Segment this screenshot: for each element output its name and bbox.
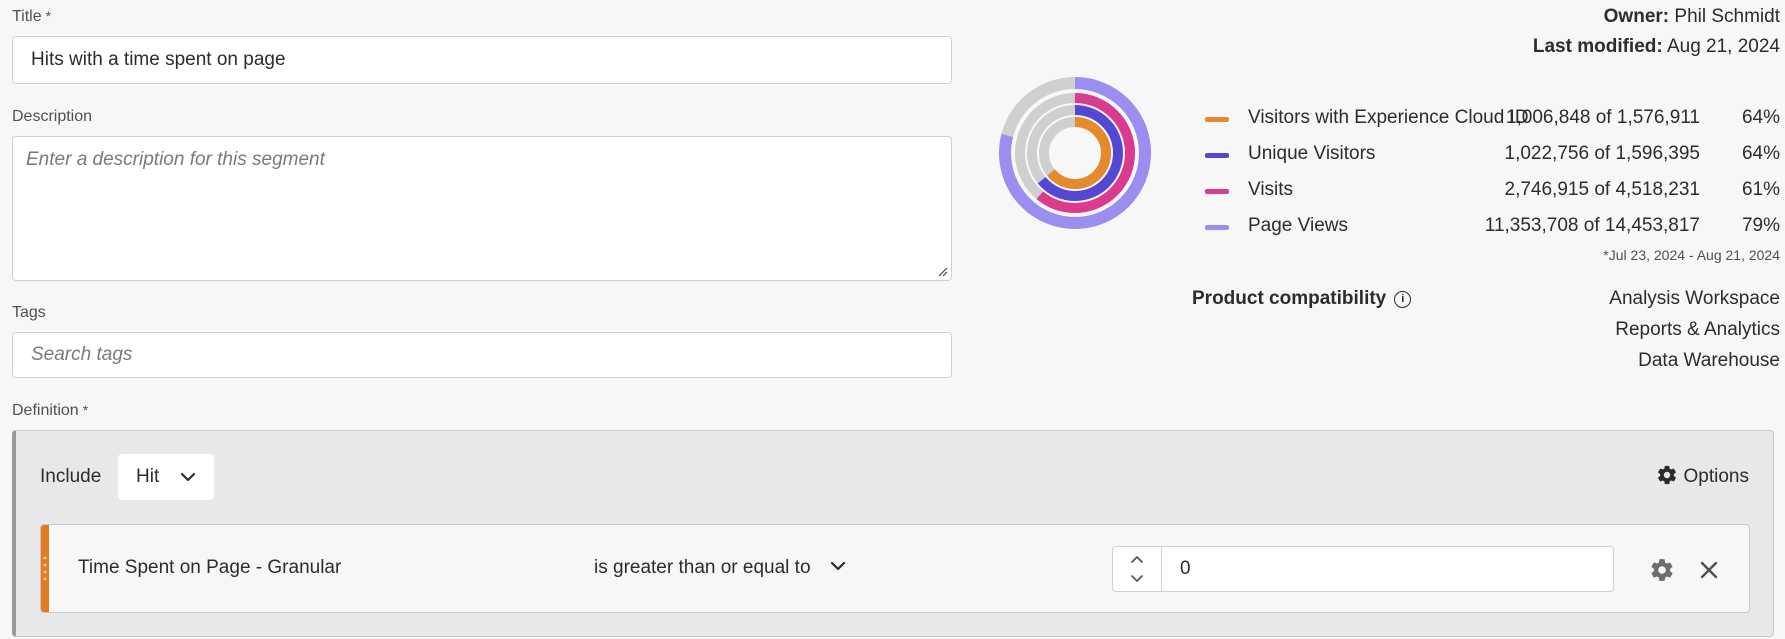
drag-handle-icon <box>43 556 47 581</box>
product-compatibility-label: Product compatibility <box>1192 288 1387 309</box>
title-label-text: Title <box>12 8 42 25</box>
gear-icon <box>1657 465 1676 485</box>
chevron-down-icon <box>830 561 845 571</box>
definition-label-text: Definition <box>12 402 79 419</box>
description-label: Description <box>12 108 93 125</box>
legend-metric-count: 1,022,756 of 1,596,395 <box>1505 143 1700 165</box>
chevron-up-icon[interactable] <box>1130 555 1144 564</box>
legend-metric-percent: 64% <box>1741 143 1780 164</box>
legend-metric-count: 11,353,708 of 14,453,817 <box>1485 215 1700 237</box>
options-label: Options <box>1683 466 1749 487</box>
legend-swatch <box>1205 189 1229 194</box>
owner-value: Phil Schmidt <box>1674 6 1780 27</box>
legend-swatch <box>1205 225 1229 230</box>
compat-product-data-warehouse: Data Warehouse <box>1638 350 1780 371</box>
last-modified-value: Aug 21, 2024 <box>1666 36 1780 57</box>
legend-metric-percent: 61% <box>1741 179 1780 200</box>
metric-total: 1,596,395 <box>1615 143 1700 164</box>
metric-of: of <box>1594 143 1611 164</box>
legend-metric-count: 2,746,915 of 4,518,231 <box>1505 179 1700 201</box>
description-placeholder: Enter a description for this segment <box>26 149 325 170</box>
rule-drag-handle[interactable] <box>41 525 49 612</box>
summary-donut-chart <box>999 77 1151 229</box>
legend-swatch <box>1205 117 1229 122</box>
metric-total: 14,453,817 <box>1604 215 1700 236</box>
legend-metric-name: Page Views <box>1248 215 1348 236</box>
legend-metric-name: Visits <box>1248 179 1294 200</box>
tags-label: Tags <box>12 304 46 321</box>
metric-count: 1,006,848 <box>1505 107 1591 128</box>
metric-of: of <box>1595 107 1612 128</box>
info-icon[interactable]: i <box>1394 291 1412 308</box>
tags-placeholder: Search tags <box>31 344 133 365</box>
owner-label: Owner: <box>1603 6 1670 27</box>
metric-count: 2,746,915 <box>1504 179 1590 200</box>
product-compatibility-title: Product compatibility i <box>1192 288 1412 310</box>
owner-line: Owner: Phil Schmidt <box>1604 6 1780 28</box>
legend-metric-count: 1,006,848 of 1,576,911 <box>1506 107 1700 129</box>
remove-rule-close-icon[interactable] <box>1699 560 1719 580</box>
rule-dimension[interactable]: Time Spent on Page - Granular <box>78 557 341 579</box>
required-marker: * <box>45 8 52 24</box>
metric-total: 1,576,911 <box>1616 107 1700 128</box>
metric-total: 4,518,231 <box>1615 179 1700 200</box>
required-marker: * <box>82 402 89 418</box>
chevron-down-icon[interactable] <box>1130 574 1144 583</box>
compat-product-reports-analytics: Reports & Analytics <box>1615 319 1780 340</box>
operator-select[interactable]: is greater than or equal to <box>594 557 846 579</box>
operator-value: is greater than or equal to <box>594 557 811 578</box>
metric-of: of <box>1594 179 1611 200</box>
rule-settings-gear-icon[interactable] <box>1649 557 1675 583</box>
container-type-select[interactable]: Hit <box>118 454 214 500</box>
metric-count: 11,353,708 <box>1484 215 1579 236</box>
last-modified-label: Last modified: <box>1532 36 1663 57</box>
compat-product-analysis-workspace: Analysis Workspace <box>1609 288 1780 309</box>
value-number: 0 <box>1180 558 1191 579</box>
legend-row-experience-cloud-id-visitors: Visitors with Experience Cloud ID 1,006,8… <box>1200 104 1780 134</box>
include-label: Include <box>40 466 102 487</box>
options-button[interactable]: Options <box>1656 464 1749 488</box>
legend-row-unique-visitors: Unique Visitors 1,022,756 of 1,596,395 64% <box>1200 140 1780 170</box>
description-textarea[interactable]: Enter a description for this segment <box>12 136 952 281</box>
value-number-input[interactable]: 0 <box>1112 546 1614 592</box>
chevron-down-icon <box>180 472 196 482</box>
legend-swatch <box>1205 153 1229 158</box>
legend-metric-percent: 79% <box>1741 215 1780 236</box>
container-type-value: Hit <box>136 466 160 487</box>
resize-handle-icon[interactable] <box>938 267 948 277</box>
definition-label: Definition * <box>12 402 88 420</box>
tags-search-input[interactable]: Search tags <box>12 332 952 378</box>
last-modified-line: Last modified: Aug 21, 2024 <box>1533 36 1780 58</box>
title-label: Title * <box>12 8 51 26</box>
title-input[interactable]: Hits with a time spent on page <box>12 36 952 84</box>
legend-metric-name: Visitors with Experience Cloud ID <box>1248 107 1529 128</box>
legend-metric-name: Unique Visitors <box>1248 143 1376 164</box>
legend-row-page-views: Page Views 11,353,708 of 14,453,817 79% <box>1200 212 1780 242</box>
number-stepper[interactable] <box>1113 547 1162 591</box>
title-input-value: Hits with a time spent on page <box>31 49 286 70</box>
metric-count: 1,022,756 <box>1504 143 1590 164</box>
date-range-note: *Jul 23, 2024 - Aug 21, 2024 <box>1603 247 1780 263</box>
legend-metric-percent: 64% <box>1741 107 1780 128</box>
metric-of: of <box>1583 215 1600 236</box>
legend-row-visits: Visits 2,746,915 of 4,518,231 61% <box>1200 176 1780 206</box>
